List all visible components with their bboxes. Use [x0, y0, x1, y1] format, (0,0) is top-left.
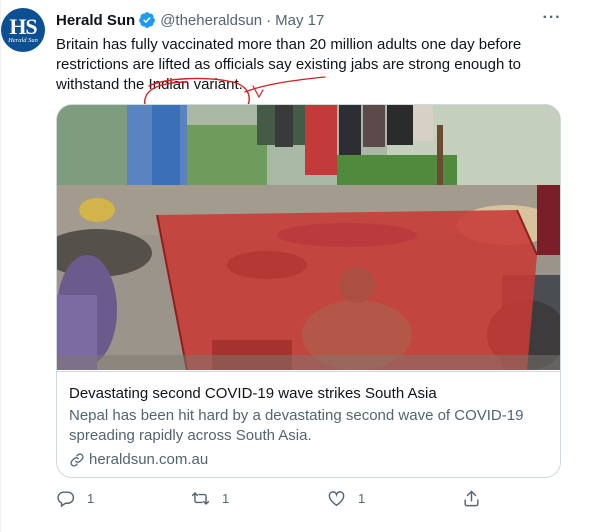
reply-button[interactable]: 1: [56, 489, 94, 508]
avatar-subtitle: Herald Sun: [8, 36, 38, 44]
retweet-button[interactable]: 1: [191, 489, 229, 508]
card-meta: Devastating second COVID-19 wave strikes…: [57, 371, 560, 470]
avatar[interactable]: HS Herald Sun: [1, 8, 45, 52]
tweet-text: Britain has fully vaccinated more than 2…: [56, 36, 522, 93]
timeline-border: [0, 0, 1, 532]
tweet-header: Herald Sun @theheraldsun · May 17: [56, 10, 324, 30]
header-separator: ·: [266, 11, 272, 29]
tweet-actions: 1 1 1: [56, 489, 496, 513]
more-icon[interactable]: ···: [540, 9, 564, 29]
tweet-date[interactable]: May 17: [275, 12, 324, 29]
reply-count: 1: [87, 491, 95, 506]
share-icon: [464, 490, 479, 507]
share-button[interactable]: [462, 489, 481, 508]
retweet-icon: [191, 492, 210, 505]
reply-icon: [57, 491, 75, 508]
card-domain: heraldsun.com.au: [69, 450, 548, 470]
like-count: 1: [358, 491, 366, 506]
avatar-monogram: HS: [9, 13, 37, 39]
verified-icon: [139, 12, 156, 28]
author-handle[interactable]: @theheraldsun: [160, 12, 262, 29]
link-preview-card[interactable]: Devastating second COVID-19 wave strikes…: [56, 104, 561, 478]
card-title: Devastating second COVID-19 wave strikes…: [69, 385, 437, 402]
link-icon: [70, 453, 84, 467]
card-domain-text: heraldsun.com.au: [89, 451, 209, 468]
card-image: [57, 105, 560, 370]
retweet-count: 1: [222, 491, 230, 506]
like-button[interactable]: 1: [327, 489, 365, 508]
card-description: Nepal has been hit hard by a devastating…: [69, 407, 524, 444]
like-icon: [328, 491, 345, 507]
author-name[interactable]: Herald Sun: [56, 12, 135, 29]
